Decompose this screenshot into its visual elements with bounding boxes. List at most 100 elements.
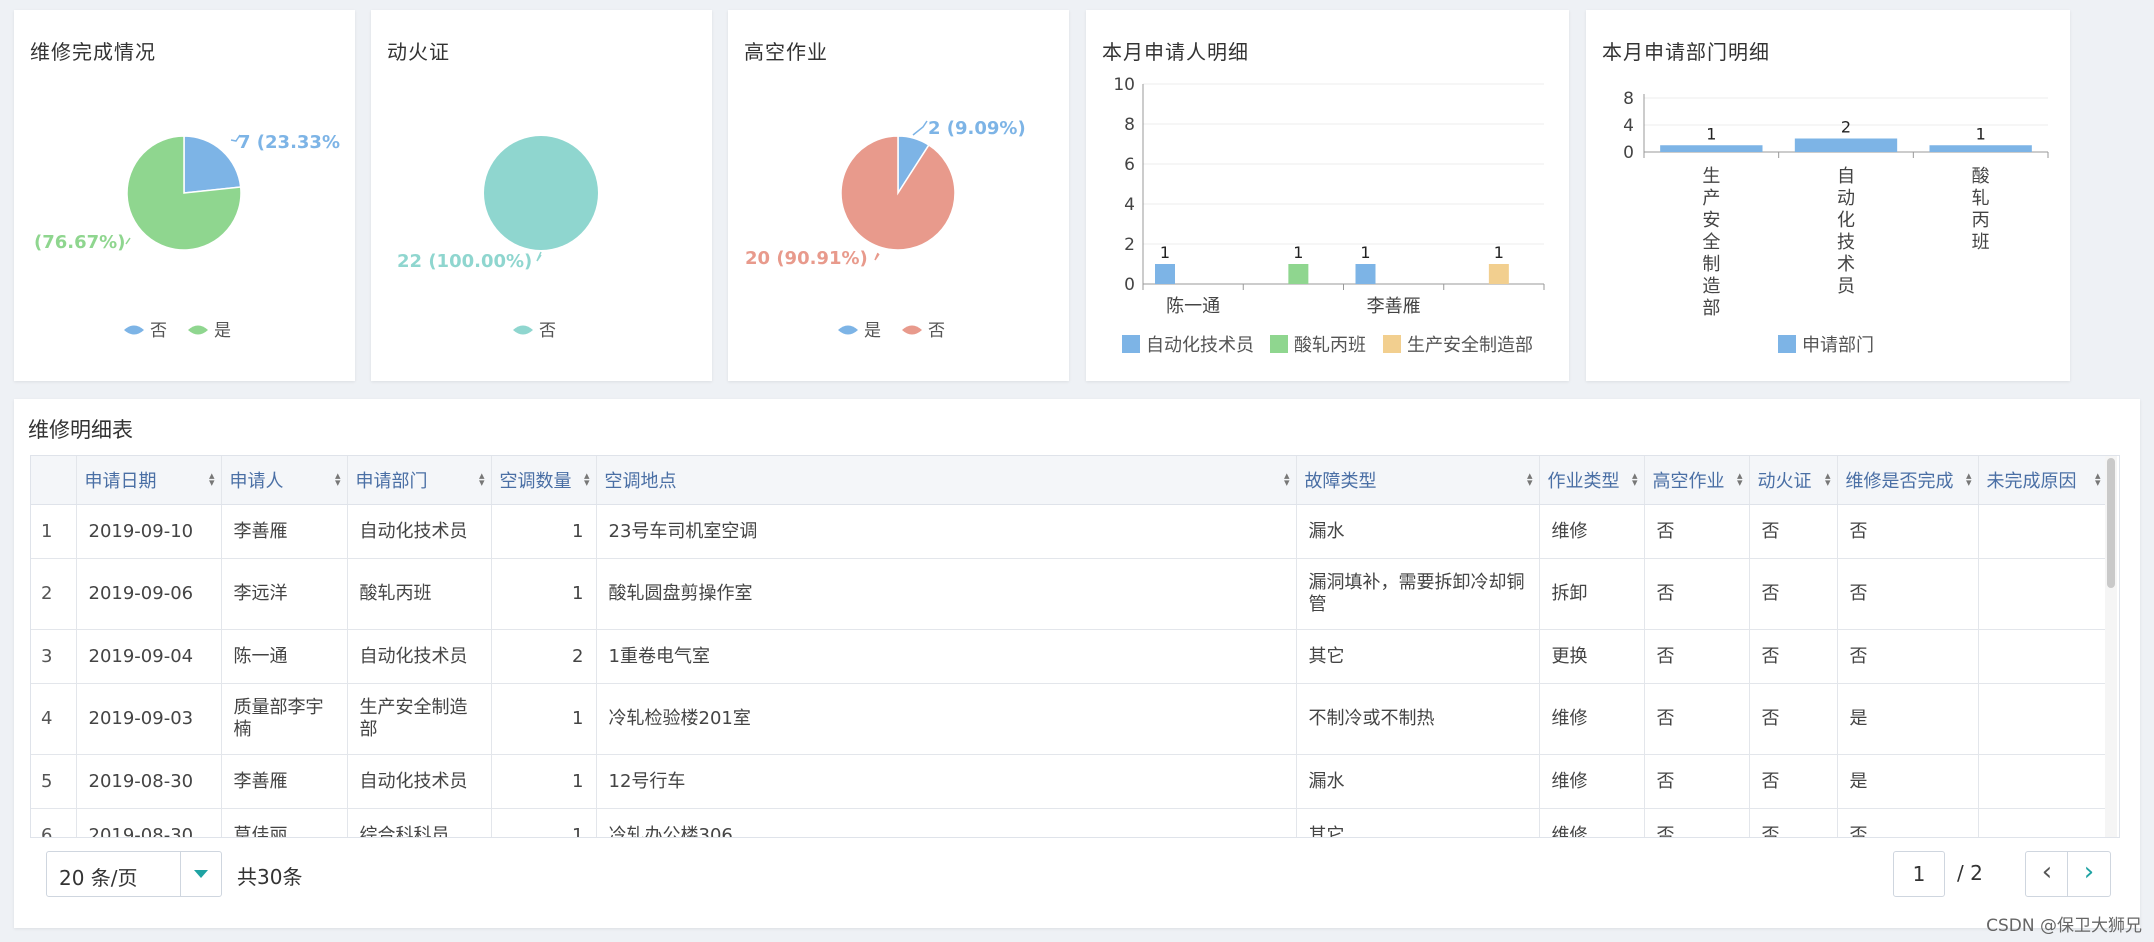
legend-label[interactable]: 否: [150, 321, 167, 341]
legend-label[interactable]: 是: [864, 321, 881, 341]
legend-marker[interactable]: [124, 325, 144, 335]
page-size-select[interactable]: 20 条/页: [46, 851, 222, 897]
chevron-down-icon[interactable]: [180, 852, 221, 896]
table-cell: [1978, 504, 2108, 559]
column-header[interactable]: 高空作业 ▴ ▾: [1644, 456, 1750, 505]
table-row[interactable]: 3 2019-09-04 陈一通 自动化技术员 2 1重卷电气室 其它 更换否否否: [31, 629, 2108, 684]
legend-marker[interactable]: [1383, 335, 1401, 353]
table-cell: 冷轧检验楼201室: [596, 683, 1297, 755]
table-cell: 2: [31, 558, 77, 630]
legend-label[interactable]: 自动化技术员: [1146, 335, 1254, 356]
sort-icon[interactable]: ▴ ▾: [1632, 470, 1638, 488]
pie-data-label: 20 (90.91%): [745, 248, 868, 269]
pagination-bar: 20 条/页 共30条 1 / 2 ‹ ›: [30, 839, 2120, 907]
bar-自动化技术员[interactable]: [1355, 264, 1376, 284]
table-row[interactable]: 6 2019-08-30 草佳丽 综合科科员 1 冷轧办公楼306 其它 维修否否否: [31, 808, 2108, 837]
bar-申请部门[interactable]: [1929, 145, 2032, 152]
column-header[interactable]: 维修是否完成 ▴ ▾: [1837, 456, 1979, 505]
column-header[interactable]: 申请日期 ▴ ▾: [76, 456, 222, 505]
legend-label[interactable]: 酸轧丙班: [1294, 335, 1366, 356]
bar-酸轧丙班[interactable]: [1288, 264, 1309, 284]
legend-marker[interactable]: [902, 325, 922, 335]
table-cell: 否: [1644, 754, 1750, 809]
column-header[interactable]: 作业类型 ▴ ▾: [1539, 456, 1645, 505]
table-cell: 否: [1644, 808, 1750, 837]
table-cell: 否: [1837, 504, 1979, 559]
table-cell: [1978, 754, 2108, 809]
legend-label[interactable]: 生产安全制造部: [1407, 335, 1533, 356]
column-header[interactable]: 申请人 ▴ ▾: [221, 456, 348, 505]
table-cell: 自动化技术员: [347, 629, 492, 684]
table-cell: 酸轧丙班: [347, 558, 492, 630]
table-header-row: 申请日期 ▴ ▾ 申请人 ▴ ▾ 申请部门 ▴ ▾ 空调数量 ▴ ▾ 空调地点 ▴ ▾ 故障类型 ▴ ▾ 作业类型 ▴…: [31, 456, 2108, 505]
table-cell: 否: [1644, 558, 1750, 630]
data-grid: 申请日期 ▴ ▾ 申请人 ▴ ▾ 申请部门 ▴ ▾ 空调数量 ▴ ▾ 空调地点 ▴ ▾ 故障类型 ▴ ▾ 作业类型 ▴…: [30, 455, 2120, 838]
pie-chart: 22 (100.00%) 否: [397, 136, 598, 341]
pie-card-high-altitude: 高空作业 2 (9.09%) 20 (90.91%) 是否: [728, 10, 1069, 381]
y-tick-label: 4: [1124, 195, 1135, 215]
x-tick-label: 自动化技术员: [1837, 166, 1855, 297]
y-tick-label: 10: [1113, 75, 1135, 95]
pie-data-label: 22 (100.00%): [397, 251, 532, 272]
sort-icon[interactable]: ▴ ▾: [1527, 470, 1533, 488]
column-header[interactable]: 动火证 ▴ ▾: [1749, 456, 1838, 505]
label-leader-line: [874, 252, 880, 261]
table-cell: 是: [1837, 754, 1979, 809]
sort-icon[interactable]: ▴ ▾: [1284, 470, 1290, 488]
sort-icon[interactable]: ▴ ▾: [1966, 470, 1972, 488]
sort-icon[interactable]: ▴ ▾: [335, 470, 341, 488]
table-cell: 陈一通: [221, 629, 348, 684]
legend-label[interactable]: 否: [539, 321, 556, 341]
table-cell: 漏水: [1296, 504, 1540, 559]
next-page-button[interactable]: ›: [2067, 851, 2111, 897]
table-row[interactable]: 2 2019-09-06 李远洋 酸轧丙班 1 酸轧圆盘剪操作室 漏洞填补，需要拆卸冷却铜管…: [31, 558, 2108, 630]
column-header[interactable]: 故障类型 ▴ ▾: [1296, 456, 1540, 505]
pie-data-label: 7 (23.33%: [238, 132, 340, 153]
bar-生产安全制造部[interactable]: [1488, 264, 1509, 284]
vertical-scrollbar[interactable]: [2105, 456, 2117, 837]
sort-icon[interactable]: ▴ ▾: [1825, 470, 1831, 488]
legend-label[interactable]: 否: [928, 321, 945, 341]
legend-marker[interactable]: [1778, 335, 1796, 353]
legend-marker[interactable]: [1270, 335, 1288, 353]
label-leader-line: [125, 237, 131, 245]
prev-page-button[interactable]: ‹: [2025, 851, 2069, 897]
pie-slice-否[interactable]: [484, 136, 598, 250]
table-cell: 2019-09-04: [76, 629, 222, 684]
column-header[interactable]: 空调数量 ▴ ▾: [491, 456, 597, 505]
column-header[interactable]: 申请部门 ▴ ▾: [347, 456, 492, 505]
column-header-label: 高空作业: [1652, 471, 1725, 492]
table-cell: 自动化技术员: [347, 504, 492, 559]
total-pages: / 2: [1957, 861, 1983, 885]
table-cell: 否: [1749, 754, 1838, 809]
sort-icon[interactable]: ▴ ▾: [479, 470, 485, 488]
pie-slice-否[interactable]: [183, 135, 242, 194]
sort-icon[interactable]: ▴ ▾: [1737, 470, 1743, 488]
table-row[interactable]: 4 2019-09-03 质量部李宇楠 生产安全制造部 1 冷轧检验楼201室 不制冷或不制…: [31, 683, 2108, 755]
table-cell: 否: [1749, 629, 1838, 684]
legend-marker[interactable]: [1122, 335, 1140, 353]
legend-marker[interactable]: [513, 325, 533, 335]
sort-icon[interactable]: ▴ ▾: [2095, 470, 2101, 488]
legend-marker[interactable]: [188, 325, 208, 335]
table-row[interactable]: 1 2019-09-10 李善雁 自动化技术员 1 23号车司机室空调 漏水 维修否否否: [31, 504, 2108, 559]
scrollbar-thumb[interactable]: [2107, 458, 2115, 588]
pie-card-repair-status: 维修完成情况 7 (23.33% (76.67%) 否是: [14, 10, 355, 381]
table-row[interactable]: 5 2019-08-30 李善雁 自动化技术员 1 12号行车 漏水 维修否否是: [31, 754, 2108, 809]
sort-icon[interactable]: ▴ ▾: [209, 470, 215, 488]
legend-label[interactable]: 申请部门: [1802, 335, 1874, 356]
legend-label[interactable]: 是: [214, 321, 231, 341]
legend-marker[interactable]: [838, 325, 858, 335]
pie-slice-否[interactable]: [840, 135, 956, 251]
table-cell: 1重卷电气室: [596, 629, 1297, 684]
column-header[interactable]: 未完成原因 ▴ ▾: [1978, 456, 2108, 505]
table-cell: [1978, 629, 2108, 684]
table-cell: 其它: [1296, 629, 1540, 684]
table-cell: 2019-08-30: [76, 808, 222, 837]
bar-申请部门[interactable]: [1794, 138, 1898, 153]
sort-icon[interactable]: ▴ ▾: [584, 470, 590, 488]
page-number-input[interactable]: 1: [1893, 851, 1945, 897]
column-header[interactable]: 空调地点 ▴ ▾: [596, 456, 1297, 505]
bar-自动化技术员[interactable]: [1155, 264, 1175, 284]
bar-申请部门[interactable]: [1660, 145, 1763, 152]
